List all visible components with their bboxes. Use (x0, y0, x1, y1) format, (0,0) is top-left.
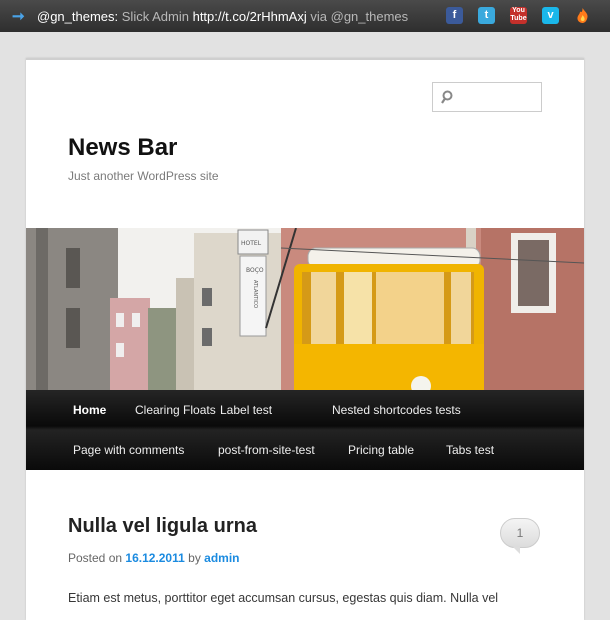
ticker-via-handle[interactable]: @gn_themes (331, 9, 409, 24)
hotel-sign-boco: BOÇO (246, 267, 264, 274)
menu-item-page-with-comments[interactable]: Page with comments (73, 443, 184, 457)
comment-count-bubble[interactable]: 1 (500, 518, 540, 554)
post-author-link[interactable]: admin (204, 551, 239, 565)
menu-item-pricing-table[interactable]: Pricing table (348, 443, 414, 457)
header-image[interactable]: HOTEL BOÇO ATLANTICO (26, 228, 584, 390)
facebook-icon[interactable]: f (446, 7, 463, 24)
page-container: News Bar Just another WordPress site HOT… (26, 58, 584, 620)
menu-item-label-test[interactable]: Label test (220, 403, 272, 417)
ticker-text: Slick Admin (121, 9, 189, 24)
menu-item-nested-shortcodes-tests[interactable]: Nested shortcodes tests (332, 403, 461, 417)
menu-item-tabs-test[interactable]: Tabs test (446, 443, 494, 457)
by-label: by (188, 551, 201, 565)
menu-item-post-from-site-test[interactable]: post-from-site-test (218, 443, 315, 457)
ticker-handle[interactable]: @gn_themes: (37, 9, 118, 24)
menu-item-home[interactable]: Home (73, 403, 106, 417)
post-date-link[interactable]: 16.12.2011 (125, 551, 184, 565)
site-title[interactable]: News Bar (68, 134, 177, 162)
post-meta: Posted on 16.12.2011 by admin (68, 551, 240, 565)
search-icon (441, 90, 453, 104)
site-description: Just another WordPress site (68, 169, 219, 183)
post-excerpt: Etiam est metus, porttitor eget accumsan… (68, 591, 499, 605)
ticker-tweet[interactable]: @gn_themes: Slick Admin http://t.co/2rHh… (37, 9, 408, 24)
post-title[interactable]: Nulla vel ligula urna (68, 515, 257, 538)
youtube-icon[interactable]: You Tube (510, 7, 527, 24)
hotel-sign-text: HOTEL (241, 240, 262, 247)
main-menu: Home Clearing Floats Label test Nested s… (26, 390, 584, 470)
rss-icon[interactable] (574, 7, 591, 24)
arrow-right-icon: ➞ (12, 8, 25, 25)
twitter-icon[interactable]: t (478, 7, 495, 24)
ticker-link[interactable]: http://t.co/2rHhmAxj (193, 9, 307, 24)
news-ticker-bar: ➞ @gn_themes: Slick Admin http://t.co/2r… (0, 0, 610, 32)
menu-item-clearing-floats[interactable]: Clearing Floats (135, 403, 216, 417)
posted-on-label: Posted on (68, 551, 123, 565)
hotel-sign-atlantico: ATLANTICO (252, 280, 258, 308)
vimeo-icon[interactable]: v (542, 7, 559, 24)
search-input[interactable] (432, 82, 542, 112)
ticker-via: via (310, 9, 327, 24)
